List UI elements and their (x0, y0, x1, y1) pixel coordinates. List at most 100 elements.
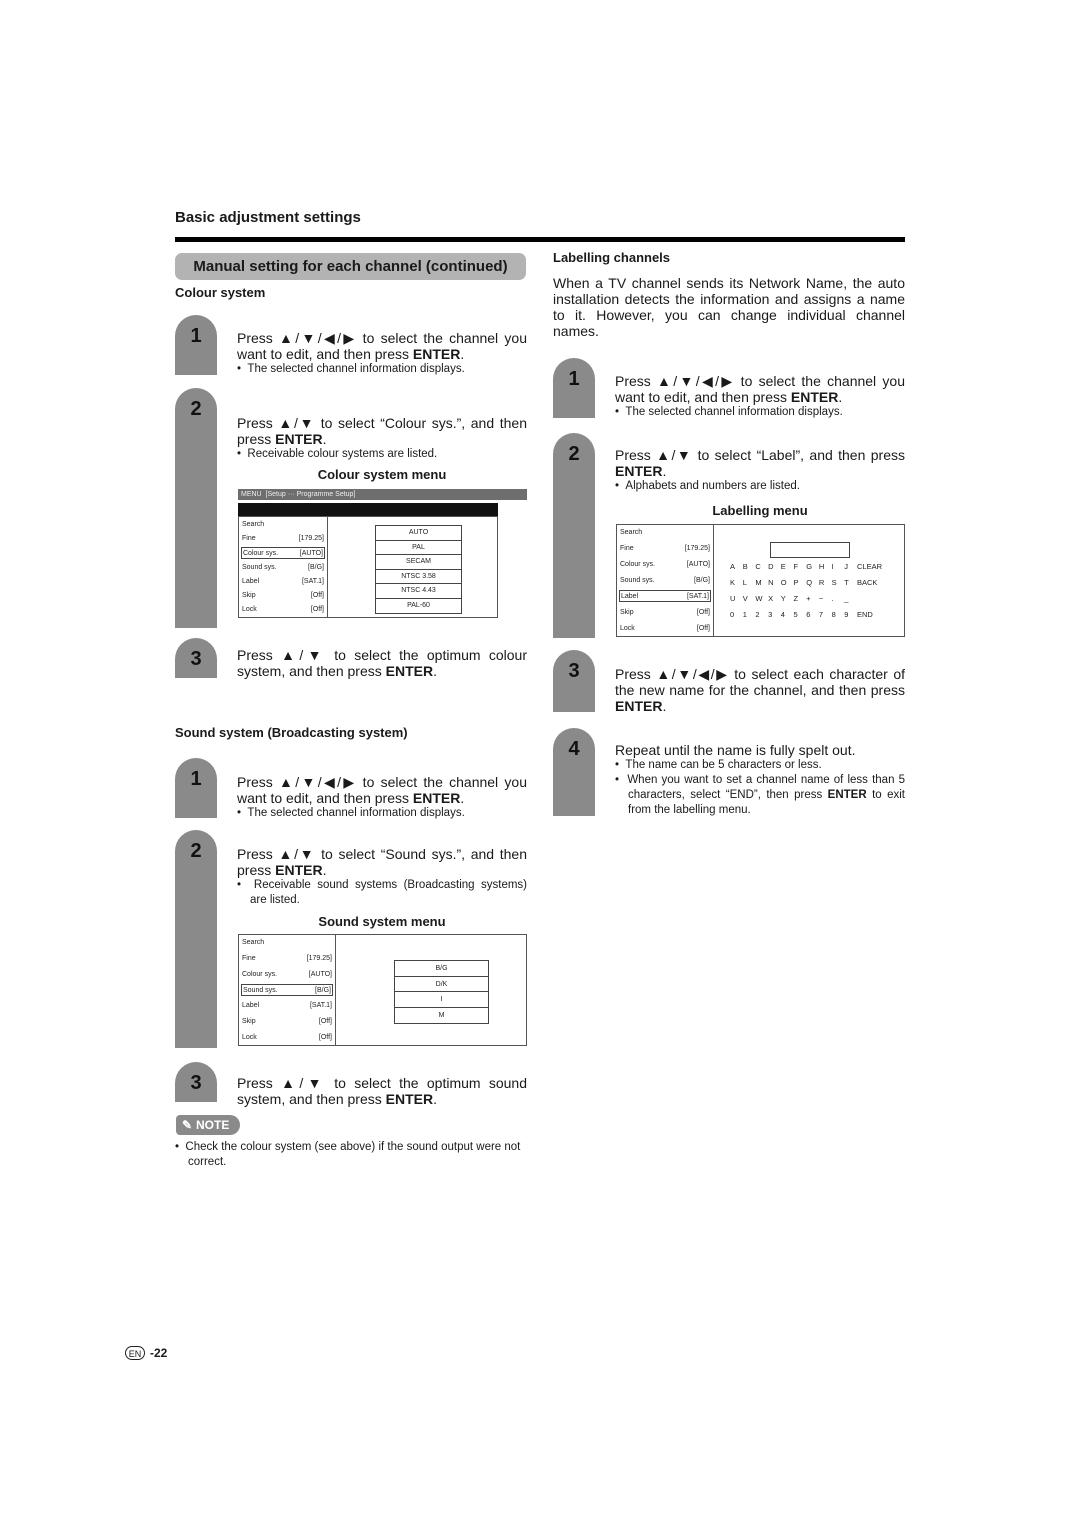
colour-option[interactable]: NTSC 3.58 (376, 570, 461, 584)
character-key[interactable]: N (768, 578, 773, 587)
step-1-content: Press ▲/▼/◀/▶ to select the channel you … (237, 330, 527, 377)
character-key[interactable]: C (755, 562, 760, 571)
setting-row[interactable]: Search (241, 937, 333, 949)
character-key[interactable]: 7 (819, 610, 823, 619)
sound-option[interactable]: M (395, 1008, 488, 1024)
character-key[interactable]: 4 (781, 610, 785, 619)
character-key[interactable]: 9 (844, 610, 848, 619)
character-key[interactable]: 3 (768, 610, 772, 619)
character-key[interactable]: B (743, 562, 748, 571)
setting-row[interactable]: Lock [Off] (241, 1032, 333, 1044)
setting-row[interactable]: Skip [Off] (241, 590, 325, 602)
character-key[interactable]: J (844, 562, 848, 571)
character-key[interactable]: V (743, 594, 748, 603)
character-key[interactable]: 2 (755, 610, 759, 619)
character-key[interactable]: X (768, 594, 773, 603)
character-key[interactable]: R (819, 578, 824, 587)
character-key[interactable]: _ (844, 594, 848, 603)
setting-row[interactable]: Colour sys. [AUTO] (619, 559, 711, 571)
character-key[interactable]: 6 (806, 610, 810, 619)
character-key[interactable]: T (844, 578, 849, 587)
step-text: Press ▲/▼ to select the optimum colour s… (237, 647, 527, 679)
step-3-content: Press ▲/▼ to select the optimum sound sy… (237, 1075, 527, 1107)
character-key[interactable]: F (794, 562, 799, 571)
character-key[interactable]: Z (794, 594, 799, 603)
language-badge: EN (125, 1346, 145, 1360)
character-key[interactable]: G (806, 562, 812, 571)
setting-row[interactable]: Skip [Off] (241, 1016, 333, 1028)
sound-option[interactable]: B/G (395, 961, 488, 977)
character-key[interactable]: 1 (743, 610, 747, 619)
step-4-content: Repeat until the name is fully spelt out… (615, 742, 905, 818)
step-badge: 1 (175, 315, 217, 375)
channel-settings-list: Search Fine [179.25] Colour sys. [AUTO] So… (617, 525, 714, 636)
label-name-input[interactable] (770, 542, 850, 558)
step-badge: 3 (175, 638, 217, 678)
character-key[interactable]: A (730, 562, 735, 571)
character-key[interactable]: + (806, 594, 810, 603)
colour-option[interactable]: PAL (376, 541, 461, 555)
paperclip-icon: ✎ (182, 1118, 193, 1132)
step-badge: 2 (175, 830, 217, 1048)
step-3-content: Press ▲/▼ to select the optimum colour s… (237, 647, 527, 679)
step-badge: 2 (553, 433, 595, 638)
step-text: Press ▲/▼/◀/▶ to select the channel you … (237, 774, 527, 806)
character-key[interactable]: H (819, 562, 824, 571)
labelling-intro: When a TV channel sends its Network Name… (553, 275, 905, 339)
character-key[interactable]: 0 (730, 610, 734, 619)
colour-option[interactable]: SECAM (376, 555, 461, 570)
setting-row[interactable]: Lock [Off] (241, 604, 325, 616)
setting-row[interactable]: Search (619, 527, 711, 539)
setting-row[interactable]: Skip [Off] (619, 607, 711, 619)
step-badge: 3 (553, 650, 595, 712)
character-key[interactable]: O (781, 578, 787, 587)
character-key[interactable]: E (781, 562, 786, 571)
character-key[interactable]: 5 (794, 610, 798, 619)
step-2-content: Press ▲/▼ to select “Label”, and then pr… (615, 447, 905, 494)
character-key[interactable]: M (755, 578, 761, 587)
character-key[interactable]: − (819, 594, 823, 603)
sound-options-list: B/G D/K I M (394, 960, 489, 1024)
setting-row[interactable]: Fine [179.25] (619, 543, 711, 555)
setting-row[interactable]: Search (241, 519, 325, 531)
character-key[interactable]: . (832, 594, 834, 603)
setting-row[interactable]: Sound sys. [B/G] (619, 575, 711, 587)
sound-system-osd: Search Fine [179.25] Colour sys. [AUTO] So… (238, 934, 527, 1046)
character-key[interactable]: I (832, 562, 834, 571)
menu-label: MENU (241, 491, 262, 498)
colour-option[interactable]: AUTO (376, 526, 461, 541)
setting-row[interactable]: Sound sys. [B/G] (241, 562, 325, 574)
character-key[interactable]: Y (781, 594, 786, 603)
character-key[interactable]: P (794, 578, 799, 587)
setting-row[interactable]: Fine [179.25] (241, 533, 325, 545)
character-key[interactable]: L (743, 578, 747, 587)
setting-row[interactable]: Label [SAT.1] (241, 576, 325, 588)
colour-option[interactable]: NTSC 4.43 (376, 584, 461, 599)
step-text: Press ▲/▼ to select the optimum sound sy… (237, 1075, 527, 1107)
character-key[interactable]: S (832, 578, 837, 587)
character-key[interactable]: U (730, 594, 735, 603)
setting-row-selected[interactable]: Label [SAT.1] (619, 590, 711, 602)
character-key[interactable]: K (730, 578, 735, 587)
setting-row[interactable]: Colour sys. [AUTO] (241, 969, 333, 981)
character-key[interactable]: BACK (857, 578, 877, 587)
setting-row[interactable]: Lock [Off] (619, 623, 711, 635)
sound-option[interactable]: D/K (395, 977, 488, 992)
section-banner: Manual setting for each channel (continu… (175, 253, 526, 280)
colour-option[interactable]: PAL-60 (376, 599, 461, 614)
sound-option[interactable]: I (395, 992, 488, 1008)
setting-row-selected[interactable]: Sound sys. [B/G] (241, 984, 333, 996)
character-key[interactable]: END (857, 610, 873, 619)
character-key[interactable]: CLEAR (857, 562, 882, 571)
step-text: Press ▲/▼ to select “Sound sys.”, and th… (237, 846, 527, 878)
character-key[interactable]: Q (806, 578, 812, 587)
setting-row[interactable]: Fine [179.25] (241, 953, 333, 965)
character-key[interactable]: D (768, 562, 773, 571)
character-key[interactable]: 8 (832, 610, 836, 619)
setting-row[interactable]: Label [SAT.1] (241, 1000, 333, 1012)
section-divider (175, 237, 905, 242)
character-key[interactable]: W (755, 594, 762, 603)
step-bullet: • The selected channel information displ… (237, 807, 465, 819)
setting-row-selected[interactable]: Colour sys. [AUTO] (241, 547, 325, 559)
step-bullet: • The selected channel information displ… (615, 406, 843, 418)
